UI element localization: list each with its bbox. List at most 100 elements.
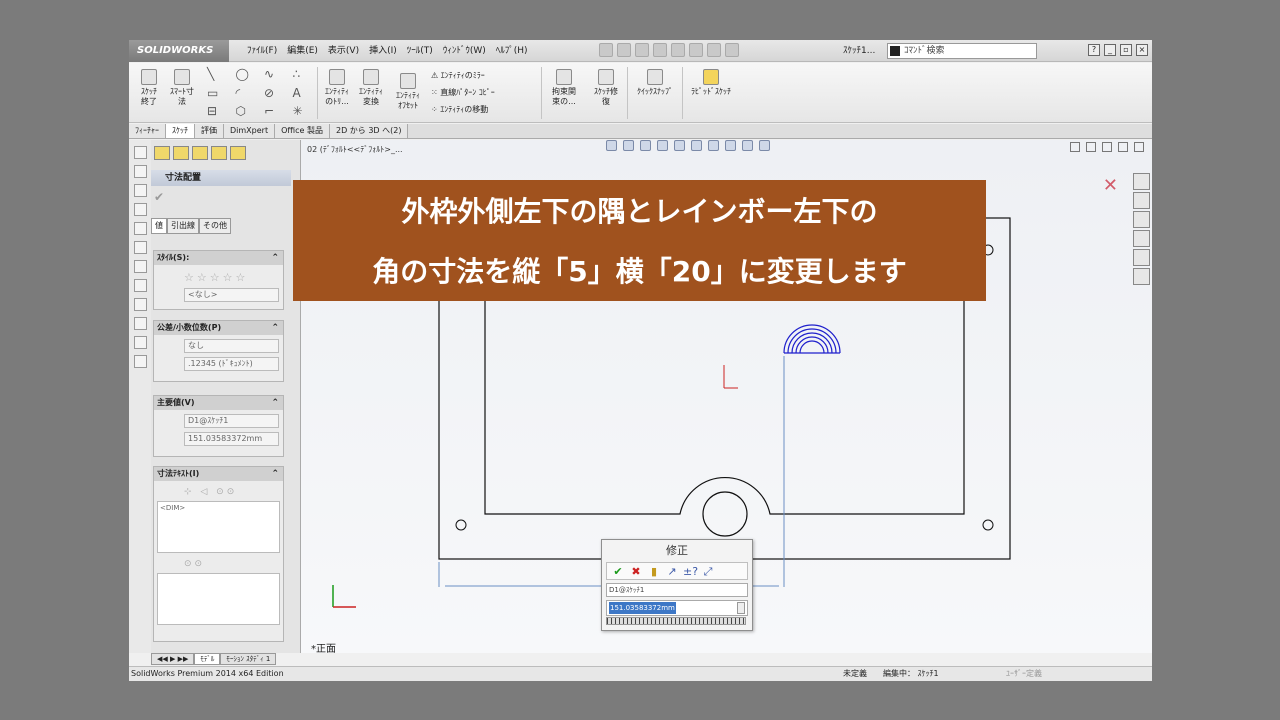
convert-entities-button[interactable]: ｴﾝﾃｨﾃｨ 変換 bbox=[355, 69, 387, 107]
property-manager-icon[interactable] bbox=[173, 146, 189, 160]
feature-tree-flyout[interactable]: 02 (ﾃﾞﾌｫﾙﾄ<<ﾃﾞﾌｫﾙﾄ>_... bbox=[307, 144, 403, 155]
tab-other[interactable]: その他 bbox=[199, 218, 231, 234]
tolerance-select[interactable]: なし bbox=[184, 339, 279, 353]
menu-insert[interactable]: 挿入(I) bbox=[364, 40, 402, 62]
hide-show-icon[interactable] bbox=[708, 140, 719, 151]
undo-icon[interactable] bbox=[671, 43, 685, 57]
exit-sketch-button[interactable]: ｽｹｯﾁ 終了 bbox=[135, 69, 163, 107]
file-explorer-icon[interactable] bbox=[1133, 211, 1150, 228]
tool-icon[interactable] bbox=[133, 298, 147, 311]
print-icon[interactable] bbox=[653, 43, 667, 57]
custom-properties-icon[interactable] bbox=[1133, 268, 1150, 285]
tool-icon[interactable] bbox=[133, 203, 147, 216]
tool-icon[interactable] bbox=[133, 260, 147, 273]
view-orientation-icon[interactable] bbox=[674, 140, 685, 151]
restore-icon[interactable] bbox=[1118, 142, 1128, 152]
zoom-fit-icon[interactable] bbox=[606, 140, 617, 151]
open-icon[interactable] bbox=[617, 43, 631, 57]
smart-dimension-button[interactable]: ｽﾏｰﾄ寸 法 bbox=[165, 69, 199, 107]
rebuild-icon[interactable] bbox=[707, 43, 721, 57]
tab-office[interactable]: Office 製品 bbox=[275, 124, 330, 138]
tab-dimxpert[interactable]: DimXpert bbox=[224, 124, 276, 138]
units-status[interactable]: ﾕｰｻﾞｰ定義 bbox=[1006, 667, 1042, 681]
tab-features[interactable]: ﾌｨｰﾁｬｰ bbox=[129, 124, 166, 138]
collapse-icon[interactable]: ⌃ bbox=[271, 396, 279, 410]
tool-icon[interactable] bbox=[133, 165, 147, 178]
section-view-icon[interactable] bbox=[657, 140, 668, 151]
tab-motion-study[interactable]: ﾓｰｼｮﾝ ｽﾀﾃﾞｨ 1 bbox=[220, 653, 277, 665]
dimension-text-header[interactable]: 寸法ﾃｷｽﾄ(I) ⌃ bbox=[154, 467, 283, 481]
linear-pattern-button[interactable]: ⁙ 直線ﾊﾟﾀｰﾝ ｺﾋﾟｰ bbox=[431, 84, 495, 101]
tab-2d-to-3d[interactable]: 2D から 3D へ(2) bbox=[330, 124, 409, 138]
minimize-icon[interactable] bbox=[1102, 142, 1112, 152]
close-icon[interactable] bbox=[1134, 142, 1144, 152]
tool-icon[interactable] bbox=[133, 184, 147, 197]
quick-snaps-button[interactable]: ｸｲｯｸｽﾅｯﾌﾟ bbox=[631, 69, 679, 97]
spline-icon[interactable]: ∿ bbox=[264, 67, 289, 82]
tool-icon[interactable] bbox=[133, 222, 147, 235]
point-icon[interactable]: ∴ bbox=[293, 67, 318, 82]
new-icon[interactable] bbox=[599, 43, 613, 57]
circle-icon[interactable]: ◯ bbox=[236, 67, 261, 82]
precision-select[interactable]: .12345 (ﾄﾞｷｭﾒﾝﾄ) bbox=[184, 357, 279, 371]
polygon-icon[interactable]: ⬡ bbox=[236, 104, 261, 119]
nav-arrows[interactable]: ◀◀ ▶ ▶▶ bbox=[151, 653, 195, 665]
tab-value[interactable]: 値 bbox=[151, 218, 167, 234]
cancel-confirmation-icon[interactable]: ✕ bbox=[1103, 175, 1118, 196]
arc-icon[interactable]: ◜ bbox=[236, 86, 261, 101]
options-icon[interactable] bbox=[725, 43, 739, 57]
configuration-icon[interactable] bbox=[192, 146, 208, 160]
dimension-text-area[interactable]: <DIM> bbox=[157, 501, 280, 553]
primary-value-header[interactable]: 主要値(V) ⌃ bbox=[154, 396, 283, 410]
text-icon[interactable]: A bbox=[293, 86, 318, 101]
tab-sketch[interactable]: ｽｹｯﾁ bbox=[166, 124, 195, 138]
zoom-area-icon[interactable] bbox=[623, 140, 634, 151]
appearances-icon[interactable] bbox=[1133, 249, 1150, 266]
display-manager-icon[interactable] bbox=[230, 146, 246, 160]
minimize-button[interactable]: _ bbox=[1104, 44, 1116, 56]
view-palette-icon[interactable] bbox=[1133, 230, 1150, 247]
feature-tree-icon[interactable] bbox=[154, 146, 170, 160]
appearance-icon[interactable] bbox=[725, 140, 736, 151]
rectangle-icon[interactable]: ▭ bbox=[207, 86, 232, 101]
collapse-icon[interactable]: ⌃ bbox=[271, 467, 279, 481]
mark-dimension-icon[interactable]: ±? bbox=[683, 565, 698, 578]
tool-icon[interactable] bbox=[133, 279, 147, 292]
tool-icon[interactable] bbox=[133, 241, 147, 254]
slot-icon[interactable]: ⊟ bbox=[207, 104, 232, 119]
design-library-icon[interactable] bbox=[1133, 192, 1150, 209]
split-icon[interactable] bbox=[1070, 142, 1080, 152]
reset-icon[interactable]: ⤢ bbox=[701, 565, 715, 578]
close-button[interactable]: × bbox=[1136, 44, 1148, 56]
menu-file[interactable]: ﾌｧｲﾙ(F) bbox=[242, 40, 282, 62]
view-settings-icon[interactable] bbox=[759, 140, 770, 151]
tab-leaders[interactable]: 引出線 bbox=[167, 218, 199, 234]
menu-view[interactable]: 表示(V) bbox=[323, 40, 364, 62]
tool-icon[interactable] bbox=[133, 336, 147, 349]
cancel-icon[interactable]: ✖ bbox=[629, 565, 643, 578]
spin-arrows-icon[interactable] bbox=[737, 602, 745, 614]
scene-icon[interactable] bbox=[742, 140, 753, 151]
previous-view-icon[interactable] bbox=[640, 140, 651, 151]
select-icon[interactable] bbox=[689, 43, 703, 57]
offset-entities-button[interactable]: ｴﾝﾃｨﾃｨ ｵﾌｾｯﾄ bbox=[391, 73, 425, 111]
tolerance-header[interactable]: 公差/小数位数(P) ⌃ bbox=[154, 321, 283, 335]
repair-sketch-button[interactable]: ｽｹｯﾁ修 復 bbox=[589, 69, 623, 107]
reverse-icon[interactable]: ↗ bbox=[665, 565, 679, 578]
tool-icon[interactable] bbox=[133, 355, 147, 368]
rebuild-icon[interactable]: ▮ bbox=[647, 565, 661, 578]
mirror-entities-button[interactable]: ⚠ ｴﾝﾃｨﾃｨのﾐﾗｰ bbox=[431, 67, 495, 84]
dimension-value-field[interactable]: 151.03583372mm bbox=[184, 432, 279, 446]
dimxpert-icon[interactable] bbox=[211, 146, 227, 160]
dimension-text-area-2[interactable] bbox=[157, 573, 280, 625]
dimension-name-field[interactable]: D1@ｽｹｯﾁ1 bbox=[184, 414, 279, 428]
save-icon[interactable] bbox=[635, 43, 649, 57]
fillet-icon[interactable]: ⌐ bbox=[264, 104, 289, 119]
move-entities-button[interactable]: ⁘ ｴﾝﾃｨﾃｨの移動 bbox=[431, 101, 495, 118]
display-style-icon[interactable] bbox=[691, 140, 702, 151]
menu-edit[interactable]: 編集(E) bbox=[282, 40, 323, 62]
menu-help[interactable]: ﾍﾙﾌﾟ(H) bbox=[491, 40, 533, 62]
split-icon[interactable] bbox=[1086, 142, 1096, 152]
modify-value-input[interactable]: 151.03583372mm bbox=[606, 600, 748, 616]
tool-icon[interactable] bbox=[133, 317, 147, 330]
